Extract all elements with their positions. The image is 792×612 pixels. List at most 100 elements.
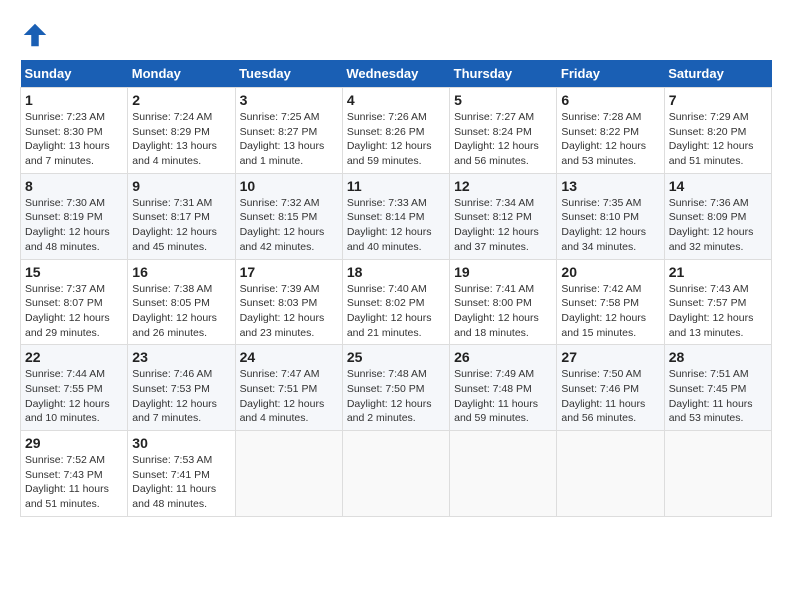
day-info: Sunrise: 7:52 AM Sunset: 7:43 PM Dayligh…: [25, 453, 123, 512]
calendar-cell-20: 20 Sunrise: 7:42 AM Sunset: 7:58 PM Dayl…: [557, 259, 664, 345]
day-number: 3: [240, 92, 338, 108]
day-info: Sunrise: 7:26 AM Sunset: 8:26 PM Dayligh…: [347, 110, 445, 169]
calendar-cell-9: 9 Sunrise: 7:31 AM Sunset: 8:17 PM Dayli…: [128, 173, 235, 259]
day-info: Sunrise: 7:27 AM Sunset: 8:24 PM Dayligh…: [454, 110, 552, 169]
calendar-cell-2: 2 Sunrise: 7:24 AM Sunset: 8:29 PM Dayli…: [128, 88, 235, 174]
day-info: Sunrise: 7:28 AM Sunset: 8:22 PM Dayligh…: [561, 110, 659, 169]
day-number: 18: [347, 264, 445, 280]
calendar-cell-22: 22 Sunrise: 7:44 AM Sunset: 7:55 PM Dayl…: [21, 345, 128, 431]
day-number: 14: [669, 178, 767, 194]
calendar-cell-12: 12 Sunrise: 7:34 AM Sunset: 8:12 PM Dayl…: [450, 173, 557, 259]
day-number: 10: [240, 178, 338, 194]
day-info: Sunrise: 7:35 AM Sunset: 8:10 PM Dayligh…: [561, 196, 659, 255]
day-info: Sunrise: 7:33 AM Sunset: 8:14 PM Dayligh…: [347, 196, 445, 255]
day-info: Sunrise: 7:47 AM Sunset: 7:51 PM Dayligh…: [240, 367, 338, 426]
day-number: 1: [25, 92, 123, 108]
day-number: 15: [25, 264, 123, 280]
calendar-cell-5: 5 Sunrise: 7:27 AM Sunset: 8:24 PM Dayli…: [450, 88, 557, 174]
day-number: 4: [347, 92, 445, 108]
day-info: Sunrise: 7:25 AM Sunset: 8:27 PM Dayligh…: [240, 110, 338, 169]
calendar-cell-4: 4 Sunrise: 7:26 AM Sunset: 8:26 PM Dayli…: [342, 88, 449, 174]
day-info: Sunrise: 7:50 AM Sunset: 7:46 PM Dayligh…: [561, 367, 659, 426]
day-header-row: SundayMondayTuesdayWednesdayThursdayFrid…: [21, 60, 772, 88]
empty-cell: [235, 431, 342, 517]
calendar-cell-15: 15 Sunrise: 7:37 AM Sunset: 8:07 PM Dayl…: [21, 259, 128, 345]
day-header-wednesday: Wednesday: [342, 60, 449, 88]
day-number: 27: [561, 349, 659, 365]
day-info: Sunrise: 7:44 AM Sunset: 7:55 PM Dayligh…: [25, 367, 123, 426]
day-number: 19: [454, 264, 552, 280]
day-info: Sunrise: 7:24 AM Sunset: 8:29 PM Dayligh…: [132, 110, 230, 169]
logo: [20, 20, 54, 50]
empty-cell: [342, 431, 449, 517]
day-number: 26: [454, 349, 552, 365]
day-number: 29: [25, 435, 123, 451]
calendar-cell-3: 3 Sunrise: 7:25 AM Sunset: 8:27 PM Dayli…: [235, 88, 342, 174]
calendar-cell-6: 6 Sunrise: 7:28 AM Sunset: 8:22 PM Dayli…: [557, 88, 664, 174]
day-info: Sunrise: 7:42 AM Sunset: 7:58 PM Dayligh…: [561, 282, 659, 341]
calendar-cell-27: 27 Sunrise: 7:50 AM Sunset: 7:46 PM Dayl…: [557, 345, 664, 431]
day-number: 17: [240, 264, 338, 280]
calendar-cell-24: 24 Sunrise: 7:47 AM Sunset: 7:51 PM Dayl…: [235, 345, 342, 431]
calendar-cell-7: 7 Sunrise: 7:29 AM Sunset: 8:20 PM Dayli…: [664, 88, 771, 174]
day-info: Sunrise: 7:37 AM Sunset: 8:07 PM Dayligh…: [25, 282, 123, 341]
calendar-row: 15 Sunrise: 7:37 AM Sunset: 8:07 PM Dayl…: [21, 259, 772, 345]
day-number: 12: [454, 178, 552, 194]
calendar-cell-30: 30 Sunrise: 7:53 AM Sunset: 7:41 PM Dayl…: [128, 431, 235, 517]
day-info: Sunrise: 7:41 AM Sunset: 8:00 PM Dayligh…: [454, 282, 552, 341]
day-info: Sunrise: 7:30 AM Sunset: 8:19 PM Dayligh…: [25, 196, 123, 255]
calendar-cell-26: 26 Sunrise: 7:49 AM Sunset: 7:48 PM Dayl…: [450, 345, 557, 431]
day-info: Sunrise: 7:32 AM Sunset: 8:15 PM Dayligh…: [240, 196, 338, 255]
day-number: 20: [561, 264, 659, 280]
day-info: Sunrise: 7:23 AM Sunset: 8:30 PM Dayligh…: [25, 110, 123, 169]
day-number: 24: [240, 349, 338, 365]
calendar-cell-8: 8 Sunrise: 7:30 AM Sunset: 8:19 PM Dayli…: [21, 173, 128, 259]
day-info: Sunrise: 7:34 AM Sunset: 8:12 PM Dayligh…: [454, 196, 552, 255]
day-header-sunday: Sunday: [21, 60, 128, 88]
day-info: Sunrise: 7:38 AM Sunset: 8:05 PM Dayligh…: [132, 282, 230, 341]
day-number: 21: [669, 264, 767, 280]
calendar-cell-19: 19 Sunrise: 7:41 AM Sunset: 8:00 PM Dayl…: [450, 259, 557, 345]
calendar-row: 8 Sunrise: 7:30 AM Sunset: 8:19 PM Dayli…: [21, 173, 772, 259]
calendar-cell-10: 10 Sunrise: 7:32 AM Sunset: 8:15 PM Dayl…: [235, 173, 342, 259]
day-header-thursday: Thursday: [450, 60, 557, 88]
calendar-cell-21: 21 Sunrise: 7:43 AM Sunset: 7:57 PM Dayl…: [664, 259, 771, 345]
day-info: Sunrise: 7:53 AM Sunset: 7:41 PM Dayligh…: [132, 453, 230, 512]
day-number: 16: [132, 264, 230, 280]
calendar-row: 29 Sunrise: 7:52 AM Sunset: 7:43 PM Dayl…: [21, 431, 772, 517]
day-info: Sunrise: 7:31 AM Sunset: 8:17 PM Dayligh…: [132, 196, 230, 255]
day-number: 25: [347, 349, 445, 365]
calendar-row: 22 Sunrise: 7:44 AM Sunset: 7:55 PM Dayl…: [21, 345, 772, 431]
calendar-cell-25: 25 Sunrise: 7:48 AM Sunset: 7:50 PM Dayl…: [342, 345, 449, 431]
day-info: Sunrise: 7:29 AM Sunset: 8:20 PM Dayligh…: [669, 110, 767, 169]
day-info: Sunrise: 7:46 AM Sunset: 7:53 PM Dayligh…: [132, 367, 230, 426]
day-info: Sunrise: 7:48 AM Sunset: 7:50 PM Dayligh…: [347, 367, 445, 426]
day-number: 28: [669, 349, 767, 365]
calendar-cell-17: 17 Sunrise: 7:39 AM Sunset: 8:03 PM Dayl…: [235, 259, 342, 345]
day-number: 8: [25, 178, 123, 194]
day-number: 13: [561, 178, 659, 194]
empty-cell: [557, 431, 664, 517]
logo-icon: [20, 20, 50, 50]
day-info: Sunrise: 7:40 AM Sunset: 8:02 PM Dayligh…: [347, 282, 445, 341]
calendar-cell-14: 14 Sunrise: 7:36 AM Sunset: 8:09 PM Dayl…: [664, 173, 771, 259]
day-number: 9: [132, 178, 230, 194]
calendar-cell-1: 1 Sunrise: 7:23 AM Sunset: 8:30 PM Dayli…: [21, 88, 128, 174]
calendar-row: 1 Sunrise: 7:23 AM Sunset: 8:30 PM Dayli…: [21, 88, 772, 174]
day-info: Sunrise: 7:36 AM Sunset: 8:09 PM Dayligh…: [669, 196, 767, 255]
day-number: 7: [669, 92, 767, 108]
calendar-cell-13: 13 Sunrise: 7:35 AM Sunset: 8:10 PM Dayl…: [557, 173, 664, 259]
day-number: 5: [454, 92, 552, 108]
day-number: 11: [347, 178, 445, 194]
day-number: 30: [132, 435, 230, 451]
day-info: Sunrise: 7:51 AM Sunset: 7:45 PM Dayligh…: [669, 367, 767, 426]
day-info: Sunrise: 7:39 AM Sunset: 8:03 PM Dayligh…: [240, 282, 338, 341]
day-header-tuesday: Tuesday: [235, 60, 342, 88]
day-number: 23: [132, 349, 230, 365]
calendar-table: SundayMondayTuesdayWednesdayThursdayFrid…: [20, 60, 772, 517]
day-number: 6: [561, 92, 659, 108]
empty-cell: [664, 431, 771, 517]
day-header-monday: Monday: [128, 60, 235, 88]
day-info: Sunrise: 7:49 AM Sunset: 7:48 PM Dayligh…: [454, 367, 552, 426]
day-header-friday: Friday: [557, 60, 664, 88]
